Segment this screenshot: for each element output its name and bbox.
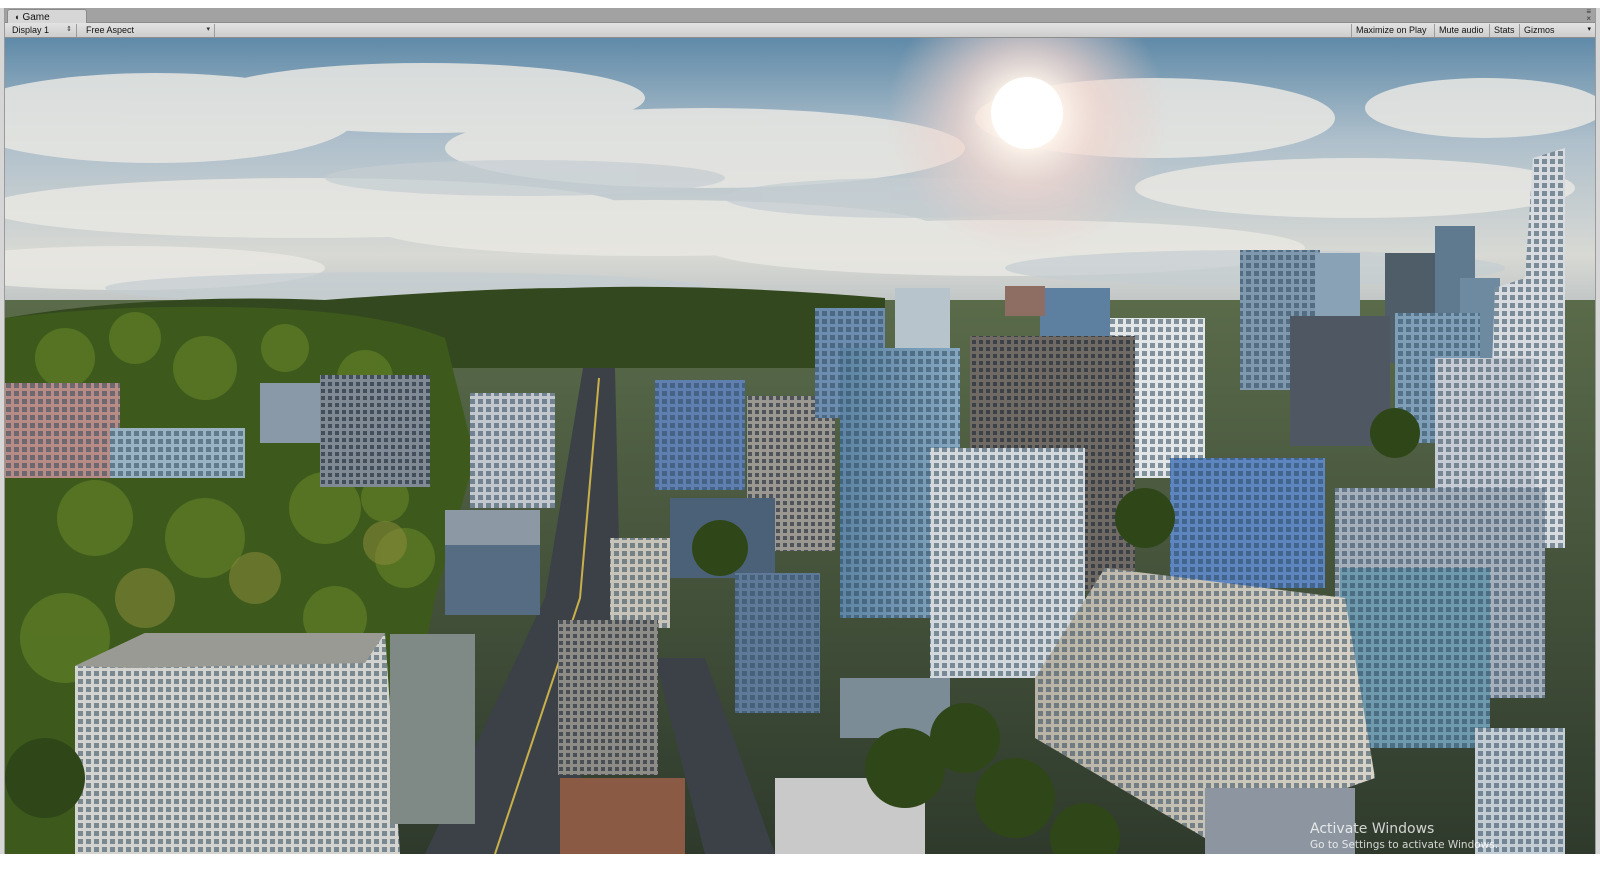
aspect-dropdown[interactable]: Free Aspect ▾ xyxy=(81,24,215,37)
tab-game-label: Game xyxy=(22,11,50,23)
game-toolbar: Display 1 ⇕ Free Aspect ▾ Maximize on Pl… xyxy=(5,23,1595,38)
gizmos-label: Gizmos xyxy=(1524,25,1555,35)
stats-toggle[interactable]: Stats xyxy=(1489,24,1519,37)
pacman-icon: ◖ xyxy=(14,11,20,22)
maximize-on-play-toggle[interactable]: Maximize on Play xyxy=(1351,24,1434,37)
tab-game[interactable]: ◖ Game xyxy=(7,9,87,24)
activate-windows-watermark: Activate Windows Go to Settings to activ… xyxy=(1310,821,1498,851)
tab-bar: ◖ Game ≡ × xyxy=(5,8,1595,24)
gizmos-dropdown[interactable]: Gizmos ▾ xyxy=(1519,24,1595,37)
close-icon[interactable]: × xyxy=(1586,15,1591,23)
display-dropdown-label: Display 1 xyxy=(12,25,50,35)
activate-windows-title: Activate Windows xyxy=(1310,821,1435,837)
unity-game-window: ◖ Game ≡ × Display 1 ⇕ Free Aspect ▾ Max… xyxy=(0,0,1600,872)
window-left-edge xyxy=(0,8,5,872)
top-strip xyxy=(0,0,1600,8)
window-controls: ≡ × xyxy=(1586,8,1591,23)
mute-audio-toggle[interactable]: Mute audio xyxy=(1434,24,1489,37)
bottom-strip xyxy=(0,854,1600,872)
dropdown-arrow-icon: ▾ xyxy=(206,26,210,33)
city-scene-render xyxy=(5,38,1595,854)
game-viewport[interactable]: Activate Windows Go to Settings to activ… xyxy=(5,38,1595,854)
updown-arrow-icon: ⇕ xyxy=(66,26,72,33)
dropdown-arrow-icon: ▾ xyxy=(1587,26,1591,33)
window-right-edge xyxy=(1595,8,1600,872)
display-dropdown[interactable]: Display 1 ⇕ xyxy=(7,24,77,37)
activate-windows-subtitle: Go to Settings to activate Windows. xyxy=(1310,839,1499,851)
aspect-dropdown-label: Free Aspect xyxy=(86,25,135,35)
